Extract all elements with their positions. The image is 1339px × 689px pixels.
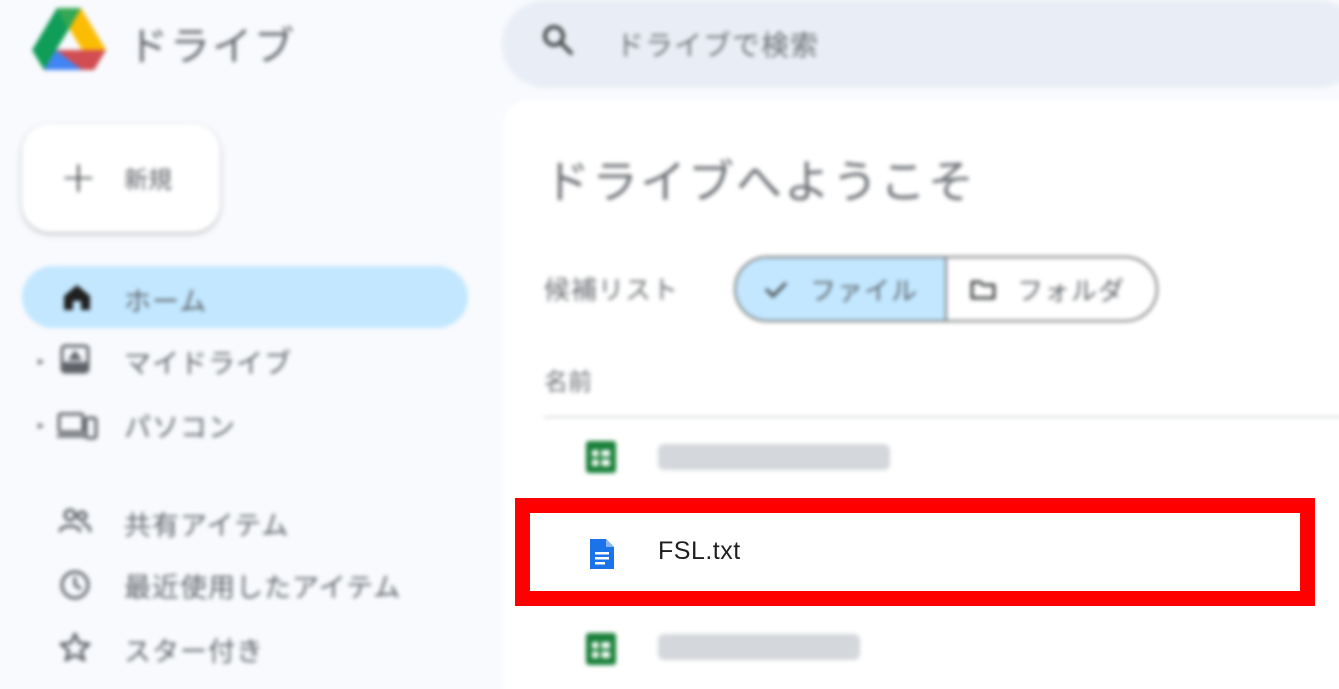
star-icon bbox=[59, 632, 91, 662]
filter-chip-group: ファイル フォルダ bbox=[734, 256, 1158, 322]
chip-label: ファイル bbox=[810, 276, 919, 307]
search-icon[interactable] bbox=[540, 22, 576, 58]
file-row-highlighted[interactable] bbox=[515, 498, 1315, 606]
plus-icon: + bbox=[60, 152, 97, 203]
sheets-icon bbox=[586, 633, 616, 665]
check-icon bbox=[764, 281, 788, 299]
column-header-name[interactable]: 名前 bbox=[544, 362, 592, 397]
shared-icon bbox=[58, 508, 92, 533]
chip-folders[interactable]: フォルダ bbox=[947, 258, 1156, 320]
chip-files[interactable]: ファイル bbox=[736, 258, 948, 320]
sheets-icon bbox=[586, 441, 616, 473]
expand-caret-icon[interactable]: ▸ bbox=[38, 354, 44, 368]
computers-icon bbox=[57, 412, 98, 440]
search-input[interactable]: ドライブで検索 bbox=[616, 24, 819, 64]
sidebar-item-label: マイドライブ bbox=[124, 349, 292, 380]
redacted-file-name[interactable] bbox=[658, 444, 890, 470]
docs-icon bbox=[590, 539, 614, 569]
app-title: ドライブ bbox=[128, 24, 296, 70]
drive-logo-icon bbox=[32, 8, 106, 70]
new-button[interactable] bbox=[22, 124, 220, 232]
sidebar-item-label: ホーム bbox=[124, 287, 208, 318]
sidebar-item-label: パソコン bbox=[124, 413, 236, 444]
sidebar-item-label: 最近使用したアイテム bbox=[124, 573, 402, 604]
redacted-file-name[interactable] bbox=[658, 634, 860, 660]
recent-clock-icon bbox=[60, 570, 90, 600]
new-button-label: 新規 bbox=[124, 166, 172, 194]
sidebar-item-label: スター付き bbox=[124, 637, 264, 668]
divider bbox=[544, 416, 1339, 418]
folder-icon bbox=[970, 280, 996, 300]
chip-label: フォルダ bbox=[1017, 276, 1126, 307]
sidebar-item-label: 共有アイテム bbox=[124, 511, 290, 542]
home-icon bbox=[64, 285, 90, 310]
my-drive-icon bbox=[60, 344, 90, 374]
suggested-label: 候補リスト bbox=[544, 276, 680, 306]
expand-caret-icon[interactable]: ▸ bbox=[38, 418, 44, 432]
page-title: ドライブへようこそ bbox=[544, 155, 976, 209]
file-name[interactable]: FSL.txt bbox=[658, 537, 741, 566]
drive-app: ドライブ ドライブで検索 + 新規 ホーム ▸ マイドライブ ▸ パソコン 共有… bbox=[0, 0, 1339, 689]
